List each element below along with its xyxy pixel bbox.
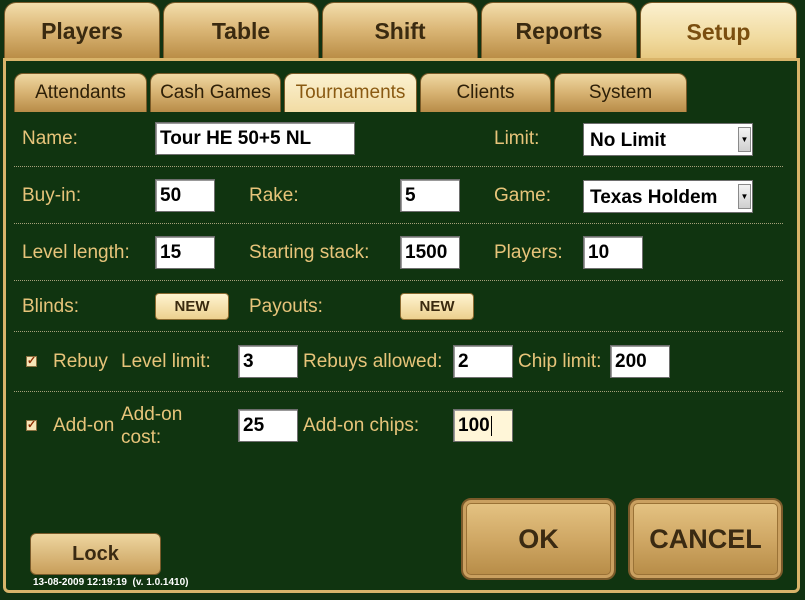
subtab-tournaments[interactable]: Tournaments xyxy=(284,73,417,112)
payouts-new-button[interactable]: NEW xyxy=(400,293,474,320)
buyin-input[interactable]: 50 xyxy=(155,179,215,212)
lock-button[interactable]: Lock xyxy=(30,533,161,575)
divider xyxy=(14,223,783,224)
subtab-clients[interactable]: Clients xyxy=(420,73,551,112)
chip-limit-label: Chip limit: xyxy=(518,351,602,372)
subtab-attendants[interactable]: Attendants xyxy=(14,73,147,112)
players-label: Players: xyxy=(494,242,563,263)
buyin-label: Buy-in: xyxy=(22,185,82,206)
starting-stack-input[interactable]: 1500 xyxy=(400,236,460,269)
limit-label: Limit: xyxy=(494,128,540,149)
game-label: Game: xyxy=(494,185,552,206)
ok-button[interactable]: OK xyxy=(461,498,616,580)
rebuys-allowed-label: Rebuys allowed: xyxy=(303,351,443,372)
level-length-input[interactable]: 15 xyxy=(155,236,215,269)
level-length-label: Level length: xyxy=(22,242,130,263)
divider xyxy=(14,331,783,332)
blinds-new-button[interactable]: NEW xyxy=(155,293,229,320)
rebuys-allowed-input[interactable]: 2 xyxy=(453,345,513,378)
players-input[interactable]: 10 xyxy=(583,236,643,269)
level-limit-label: Level limit: xyxy=(121,351,211,372)
rake-label: Rake: xyxy=(249,185,299,206)
addon-label: Add-on xyxy=(53,415,115,436)
limit-select[interactable]: No Limit ▼ xyxy=(583,123,753,156)
game-select[interactable]: Texas Holdem ▼ xyxy=(583,180,753,213)
limit-select-value: No Limit xyxy=(590,130,666,151)
addon-chips-input[interactable]: 100 xyxy=(453,409,513,442)
tab-players[interactable]: Players xyxy=(4,2,160,59)
subtab-cash-games[interactable]: Cash Games xyxy=(150,73,281,112)
addon-checkbox[interactable]: ✓ xyxy=(26,420,37,431)
text-caret xyxy=(490,415,492,436)
rebuy-checkbox[interactable]: ✓ xyxy=(26,356,37,367)
status-version: (v. 1.0.1410) xyxy=(132,577,189,588)
tab-shift[interactable]: Shift xyxy=(322,2,478,59)
subtab-system[interactable]: System xyxy=(554,73,687,112)
status-bar: 13-08-2009 12:19:19 (v. 1.0.1410) xyxy=(33,577,189,588)
tab-table[interactable]: Table xyxy=(163,2,319,59)
addon-cost-input[interactable]: 25 xyxy=(238,409,298,442)
starting-stack-label: Starting stack: xyxy=(249,242,370,263)
divider xyxy=(14,280,783,281)
name-input[interactable]: Tour HE 50+5 NL xyxy=(155,122,355,155)
rake-input[interactable]: 5 xyxy=(400,179,460,212)
status-timestamp: 13-08-2009 12:19:19 xyxy=(33,577,127,588)
divider xyxy=(14,391,783,392)
level-limit-input[interactable]: 3 xyxy=(238,345,298,378)
name-label: Name: xyxy=(22,128,78,149)
divider xyxy=(14,166,783,167)
addon-cost-label: Add-on cost: xyxy=(121,404,183,448)
addon-chips-label: Add-on chips: xyxy=(303,415,420,436)
dropdown-arrow-icon[interactable]: ▼ xyxy=(738,184,751,209)
rebuy-label: Rebuy xyxy=(53,351,108,372)
payouts-label: Payouts: xyxy=(249,296,323,317)
tab-setup[interactable]: Setup xyxy=(640,2,797,61)
dropdown-arrow-icon[interactable]: ▼ xyxy=(738,127,751,152)
blinds-label: Blinds: xyxy=(22,296,80,317)
tab-reports[interactable]: Reports xyxy=(481,2,637,59)
cancel-button[interactable]: CANCEL xyxy=(628,498,783,580)
check-icon: ✓ xyxy=(27,355,37,367)
game-select-value: Texas Holdem xyxy=(590,187,718,208)
chip-limit-input[interactable]: 200 xyxy=(610,345,670,378)
check-icon: ✓ xyxy=(27,419,37,431)
